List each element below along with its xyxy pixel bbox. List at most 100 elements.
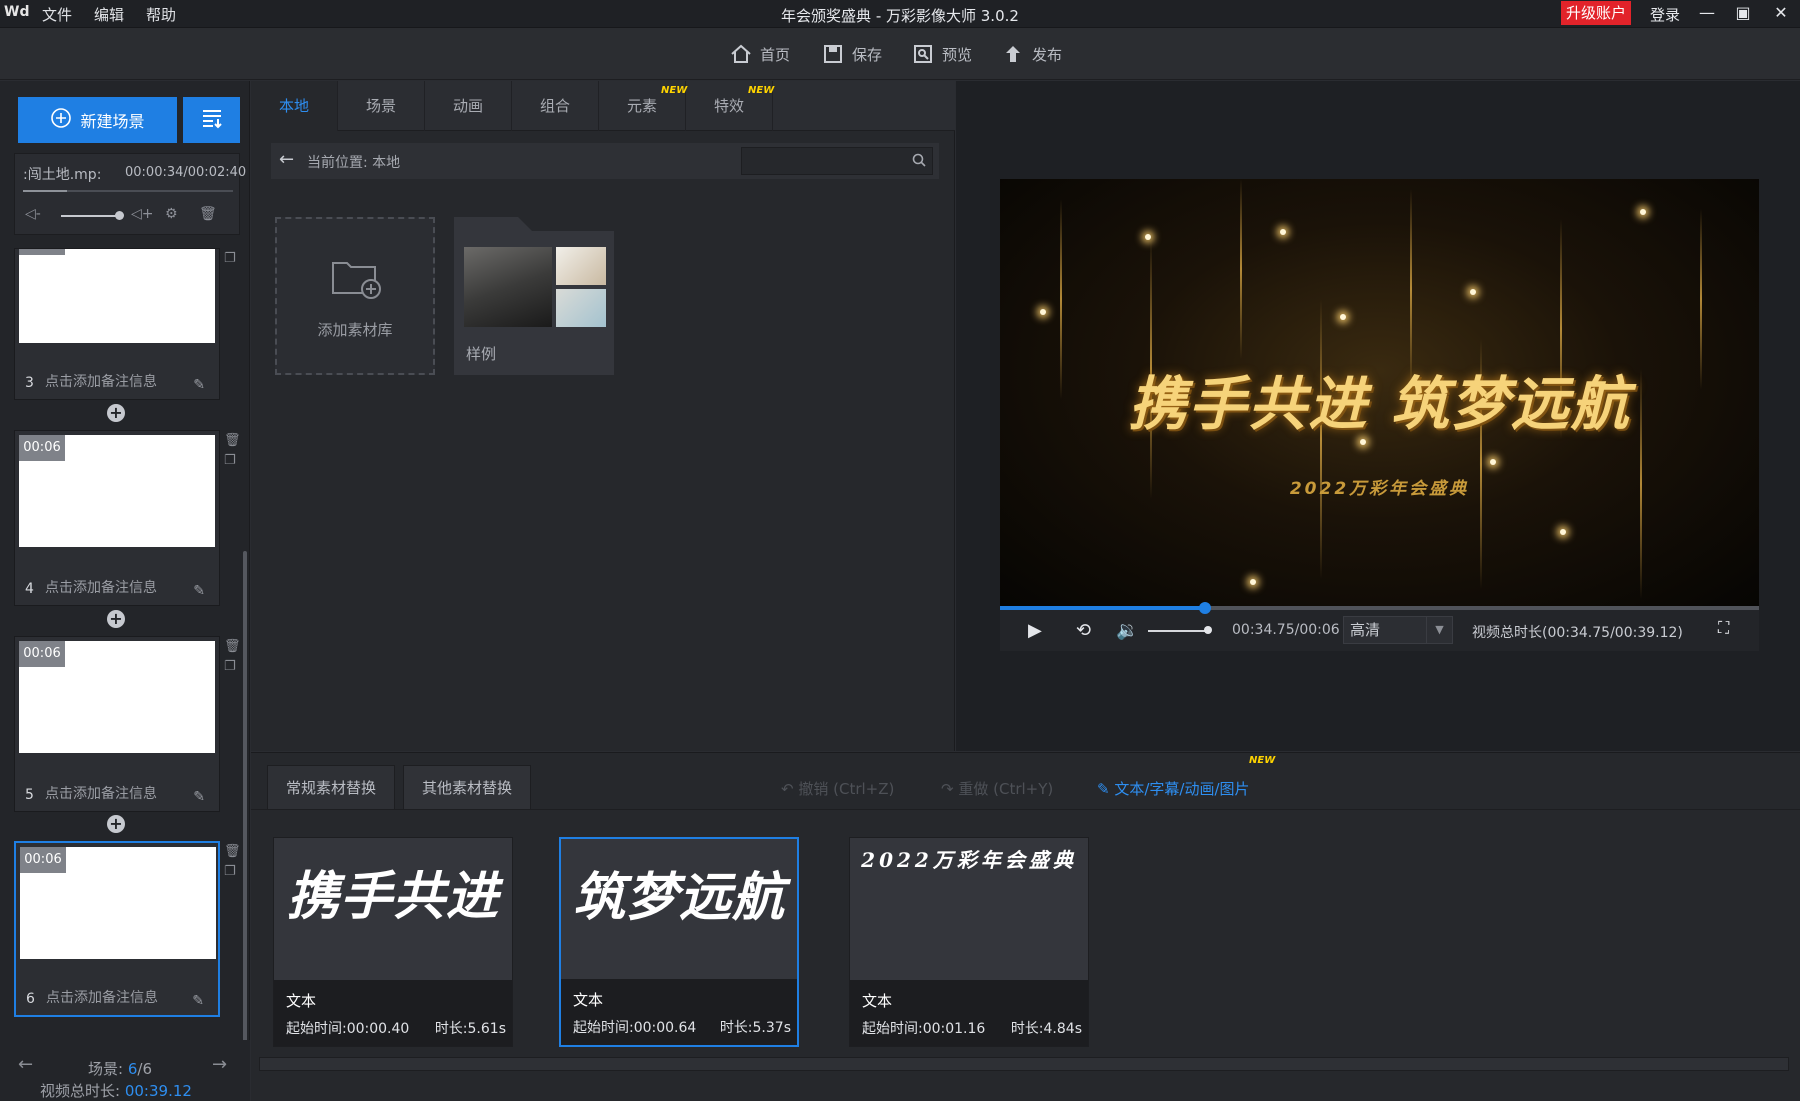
scene-footer: ← → 场景: 6/6 视频总时长: 00:39.12 [0,1040,250,1101]
scene-scrollbar[interactable] [243,551,247,1051]
audio-progress[interactable] [23,190,233,192]
search-icon[interactable] [912,153,926,171]
undo-button[interactable]: ↶ 撤销 (Ctrl+Z) [781,778,894,799]
tab-local[interactable]: 本地 [251,81,338,131]
scene-duration-badge [19,249,65,255]
sparkle [1640,209,1646,215]
replace-card[interactable]: 携手共进 文本 起始时间:00:00.40 时长:5.61s [273,837,513,1047]
edit-note-icon[interactable]: ✎ [193,789,205,805]
login-button[interactable]: 登录 [1650,4,1680,25]
app-window: Wd 文件 编辑 帮助 年会颁奖盛典 - 万彩影像大师 3.0.2 升级账户 登… [0,0,1800,1101]
quality-select[interactable]: 高清 ▼ [1343,616,1453,644]
window-title: 年会颁奖盛典 - 万彩影像大师 3.0.2 [781,7,1019,25]
delete-scene-icon[interactable]: 🗑 [224,639,241,654]
delete-scene-icon[interactable]: 🗑 [224,433,241,448]
upgrade-account-button[interactable]: 升级账户 [1561,1,1631,25]
next-scene-icon[interactable]: → [212,1054,227,1075]
scene-card[interactable]: 00:06 5 点击添加备注信息 ✎ [14,636,220,812]
volume-slider[interactable] [1148,630,1208,632]
play-icon[interactable]: ▶ [1028,620,1042,641]
sparkle [1560,529,1566,535]
back-arrow-icon[interactable]: ← [279,149,294,170]
preview-button[interactable]: 预览 [912,42,972,66]
library-tabs: 本地 场景 动画 组合 元素 特效 NEW NEW [251,81,955,131]
volume-up-icon[interactable]: ◁+ [131,206,154,226]
new-scene-button[interactable]: 新建场景 [18,97,177,143]
publish-button[interactable]: 发布 [1002,42,1062,66]
video-subtitle-text: 2022万彩年会盛典 [1289,479,1470,499]
tab-other-replace[interactable]: 其他素材替换 [403,765,531,809]
settings-icon[interactable]: ⚙ [165,206,178,226]
scene-number: 3 [25,375,34,391]
library-search-input[interactable] [741,147,933,175]
scene-duration-badge: 00:06 [19,435,65,461]
menu-help[interactable]: 帮助 [146,4,176,25]
replace-card[interactable]: 2022万彩年会盛典 文本 起始时间:00:01.16 时长:4.84s [849,837,1089,1047]
card-type: 文本 [573,991,604,1009]
sample-folder[interactable]: 样例 [454,231,614,375]
text-subtitle-link[interactable]: ✎ 文本/字幕/动画/图片 [1097,778,1250,799]
scene-note[interactable]: 点击添加备注信息 [46,987,158,1007]
delete-scene-icon[interactable]: 🗑 [224,844,241,859]
add-scene-icon[interactable]: + [107,815,125,833]
scene-card[interactable]: 00:06 4 点击添加备注信息 ✎ [14,430,220,606]
minimize-icon[interactable]: — [1694,2,1720,24]
volume-icon[interactable]: 🔉 [1116,620,1138,641]
card-duration: 时长:5.61s [434,1021,506,1037]
edit-note-icon[interactable]: ✎ [193,583,205,599]
chevron-down-icon[interactable]: ▼ [1426,617,1452,643]
add-scene-icon[interactable]: + [107,610,125,628]
scene-note[interactable]: 点击添加备注信息 [45,371,157,391]
prev-scene-icon[interactable]: ← [18,1054,33,1075]
maximize-icon[interactable]: ▣ [1730,2,1756,24]
scene-note[interactable]: 点击添加备注信息 [45,577,157,597]
redo-label: 重做 (Ctrl+Y) [958,780,1054,798]
tab-group[interactable]: 组合 [512,81,599,131]
fullscreen-icon[interactable]: ⛶ [1718,618,1729,638]
scene-card[interactable]: 3 点击添加备注信息 ✎ [14,248,220,400]
home-button[interactable]: 首页 [730,42,790,66]
video-progress-knob[interactable] [1198,602,1211,614]
copy-scene-icon[interactable]: ❐ [224,251,236,266]
path-bar: ← 当前位置: 本地 [271,143,939,179]
menu-edit[interactable]: 编辑 [94,4,124,25]
video-preview[interactable]: 携手共进 筑梦远航 2022万彩年会盛典 [1000,179,1759,606]
menu-file[interactable]: 文件 [42,4,72,25]
scene-thumbnail[interactable] [19,249,215,343]
save-button[interactable]: 保存 [822,42,882,66]
preview-icon [912,43,934,65]
audio-volume-slider[interactable] [61,215,121,217]
scene-card-selected[interactable]: 00:06 6 点击添加备注信息 ✎ [14,841,220,1017]
cards-scrollbar[interactable] [259,1057,1789,1071]
tab-scene[interactable]: 场景 [338,81,425,131]
redo-button[interactable]: ↷ 重做 (Ctrl+Y) [941,778,1053,799]
add-library-button[interactable]: 添加素材库 [275,217,435,375]
list-icon [200,107,224,133]
audio-volume-knob[interactable] [115,211,124,220]
scene-note[interactable]: 点击添加备注信息 [45,783,157,803]
quality-value: 高清 [1350,621,1381,639]
scene-list-button[interactable] [183,97,240,143]
copy-scene-icon[interactable]: ❐ [224,864,236,879]
sparkle [1470,289,1476,295]
edit-note-icon[interactable]: ✎ [193,377,205,393]
replay-icon[interactable]: ⟲ [1076,620,1091,641]
tab-regular-replace[interactable]: 常规素材替换 [267,765,395,809]
close-icon[interactable]: ✕ [1768,2,1794,24]
delete-icon[interactable]: 🗑 [199,206,217,226]
tab-animation[interactable]: 动画 [425,81,512,131]
current-path: 当前位置: 本地 [307,155,401,171]
scene-counter-total: /6 [137,1060,152,1078]
edit-note-icon[interactable]: ✎ [192,993,204,1009]
volume-down-icon[interactable]: ◁- [25,206,41,226]
card-type: 文本 [862,992,893,1010]
add-scene-icon[interactable]: + [107,404,125,422]
undo-label: 撤销 (Ctrl+Z) [798,780,895,798]
video-progress-bar[interactable] [1000,606,1759,610]
volume-knob[interactable] [1204,626,1212,634]
copy-scene-icon[interactable]: ❐ [224,659,236,674]
home-icon [730,43,752,65]
copy-scene-icon[interactable]: ❐ [224,453,236,468]
publish-icon [1002,43,1024,65]
replace-card-selected[interactable]: 筑梦远航 文本 起始时间:00:00.64 时长:5.37s [559,837,799,1047]
